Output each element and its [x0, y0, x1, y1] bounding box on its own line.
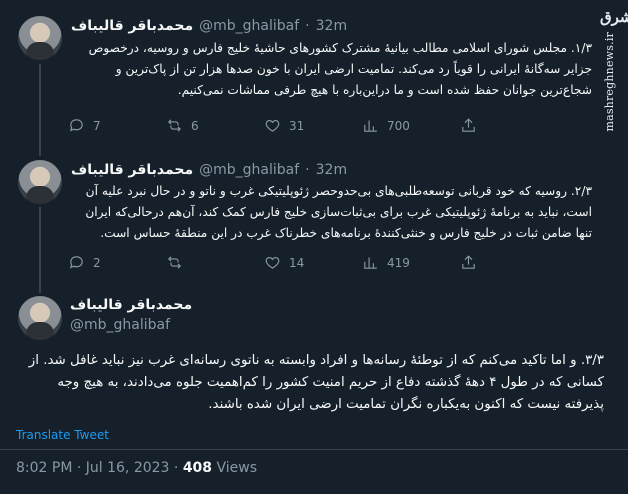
reply-count: 2	[93, 255, 101, 270]
display-name[interactable]: محمدباقر قالیباف	[70, 297, 192, 313]
reply-count: 7	[93, 118, 101, 133]
tweet-time[interactable]: 32m	[316, 162, 347, 178]
tweet-header: محمدباقر قالیباف @mb_ghalibaf · 32m	[71, 18, 347, 34]
analytics-icon	[364, 120, 377, 132]
tweet-text: ۱/۳. مجلس شورای اسلامی مطالب بیانیهٔ مشت…	[88, 41, 592, 97]
reply-button[interactable]: 7	[68, 117, 166, 134]
mashregh-watermark: مشرق mashreghnews.ir	[600, 8, 628, 132]
tweet-time[interactable]: 32m	[316, 18, 347, 34]
watermark-logo: مشرق	[600, 8, 628, 26]
handle[interactable]: @mb_ghalibaf	[70, 317, 170, 333]
reply-icon	[69, 119, 83, 132]
share-button[interactable]	[460, 254, 490, 271]
share-button[interactable]	[460, 117, 490, 134]
reply-icon	[69, 256, 83, 269]
divider	[0, 449, 628, 450]
tweet-meta: 8:02 PM · Jul 16, 2023 · 408 Views	[16, 460, 257, 476]
avatar[interactable]	[18, 160, 62, 204]
tweet-actions: 2 14 419	[68, 254, 490, 271]
analytics-icon	[364, 257, 377, 269]
avatar[interactable]	[18, 296, 62, 340]
retweet-count: 6	[191, 118, 199, 133]
heart-icon	[265, 256, 280, 269]
display-name[interactable]: محمدباقر قالیباف	[71, 18, 193, 34]
like-button[interactable]: 31	[264, 117, 362, 134]
tweet-actions: 7 6 31 700	[68, 117, 490, 134]
retweet-button[interactable]: 6	[166, 117, 264, 134]
main-tweet-text: ۳/۳. و اما تاکید می‌کنم که از توطئهٔ رسا…	[28, 353, 604, 412]
heart-icon	[265, 119, 280, 132]
views-button[interactable]: 700	[362, 117, 460, 134]
separator-dot: ·	[305, 18, 310, 34]
tweet-timestamp[interactable]: 8:02 PM · Jul 16, 2023 ·	[16, 460, 178, 476]
handle[interactable]: @mb_ghalibaf	[199, 162, 299, 178]
avatar[interactable]	[18, 16, 62, 60]
retweet-button[interactable]	[166, 254, 264, 271]
watermark-site: mashreghnews.ir	[603, 32, 616, 132]
translate-tweet-link[interactable]: Translate Tweet	[16, 428, 109, 442]
share-icon	[462, 255, 475, 269]
thread-line	[39, 64, 41, 156]
like-count: 31	[289, 118, 305, 133]
retweet-icon	[168, 119, 181, 132]
separator-dot: ·	[305, 162, 310, 178]
view-count: 700	[387, 118, 410, 133]
tweet-header: محمدباقر قالیباف @mb_ghalibaf · 32m	[71, 162, 347, 178]
reply-button[interactable]: 2	[68, 254, 166, 271]
tweet-text: ۲/۳. روسیه که خود قربانی توسعه‌طلبی‌های …	[85, 184, 592, 240]
thread-line	[39, 207, 41, 293]
like-button[interactable]: 14	[264, 254, 362, 271]
views-count: 408	[182, 460, 213, 476]
view-count: 419	[387, 255, 410, 270]
views-label: Views	[216, 460, 258, 476]
views-button[interactable]: 419	[362, 254, 460, 271]
share-icon	[462, 118, 475, 132]
retweet-icon	[168, 256, 181, 269]
like-count: 14	[289, 255, 305, 270]
display-name[interactable]: محمدباقر قالیباف	[71, 162, 193, 178]
handle[interactable]: @mb_ghalibaf	[199, 18, 299, 34]
